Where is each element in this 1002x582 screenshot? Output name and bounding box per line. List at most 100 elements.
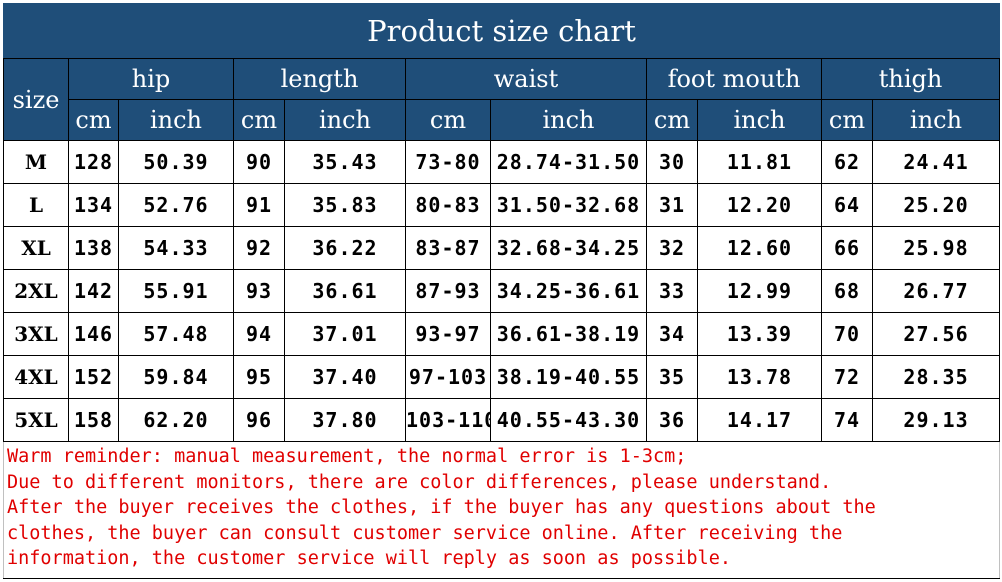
length-inch-cell: 35.43 bbox=[284, 140, 406, 184]
size-cell: M bbox=[3, 140, 69, 184]
hip-inch-cell: 62.20 bbox=[118, 398, 234, 442]
length-cm-cell: 90 bbox=[233, 140, 285, 184]
note-line: Warm reminder: manual measurement, the n… bbox=[7, 446, 687, 467]
waist-inch-cell: 36.61-38.19 bbox=[490, 312, 647, 356]
waist-inch-cell: 40.55-43.30 bbox=[490, 398, 647, 442]
foot-mouth-cm-cell: 34 bbox=[646, 312, 698, 356]
length-cm-cell: 93 bbox=[233, 269, 285, 313]
length-inch-cell: 37.80 bbox=[284, 398, 406, 442]
hip-inch-cell: 55.91 bbox=[118, 269, 234, 313]
length-inch-cell: 35.83 bbox=[284, 183, 406, 227]
waist-cm-cell: 93-97 bbox=[405, 312, 491, 356]
table-row: 3XL 146 57.48 94 37.01 93-97 36.61-38.19 34 13.3… bbox=[3, 312, 1001, 356]
hip-inch-cell: 57.48 bbox=[118, 312, 234, 356]
foot-mouth-cm-cell: 36 bbox=[646, 398, 698, 442]
hip-inch-cell: 54.33 bbox=[118, 226, 234, 270]
size-cell: 3XL bbox=[3, 312, 69, 356]
table-row: M 128 50.39 90 35.43 73-80 28.74-31.50 30 11.81 6… bbox=[3, 140, 1001, 184]
length-inch-cell: 37.01 bbox=[284, 312, 406, 356]
hip-cm-cell: 152 bbox=[68, 355, 119, 399]
foot-mouth-cm-cell: 32 bbox=[646, 226, 698, 270]
length-header: length bbox=[233, 58, 406, 100]
length-cm-cell: 91 bbox=[233, 183, 285, 227]
chart-title: Product size chart bbox=[2, 3, 1001, 59]
foot-mouth-inch-cell: 12.20 bbox=[697, 183, 822, 227]
hip-inch-header: inch bbox=[118, 99, 234, 141]
foot-mouth-inch-cell: 13.39 bbox=[697, 312, 822, 356]
size-cell: L bbox=[3, 183, 69, 227]
thigh-inch-cell: 26.77 bbox=[871, 269, 1001, 313]
hip-cm-cell: 158 bbox=[68, 398, 119, 442]
size-cell: 5XL bbox=[3, 398, 69, 442]
thigh-inch-header: inch bbox=[871, 99, 1001, 141]
hip-cm-header: cm bbox=[68, 99, 119, 141]
waist-cm-cell: 83-87 bbox=[405, 226, 491, 270]
waist-cm-cell: 80-83 bbox=[405, 183, 491, 227]
size-cell: 4XL bbox=[3, 355, 69, 399]
notes-block: Warm reminder: manual measurement, the n… bbox=[2, 441, 1001, 579]
thigh-inch-cell: 25.98 bbox=[871, 226, 1001, 270]
note-line: After the buyer receives the clothes, if… bbox=[7, 497, 876, 518]
foot-mouth-cm-cell: 31 bbox=[646, 183, 698, 227]
foot-mouth-inch-cell: 12.99 bbox=[697, 269, 822, 313]
length-inch-cell: 36.61 bbox=[284, 269, 406, 313]
hip-cm-cell: 142 bbox=[68, 269, 119, 313]
thigh-cm-cell: 68 bbox=[821, 269, 873, 313]
length-cm-cell: 95 bbox=[233, 355, 285, 399]
size-chart-table: Product size chart size hip length waist… bbox=[2, 3, 1001, 579]
size-column-header: size bbox=[3, 58, 69, 141]
thigh-header: thigh bbox=[820, 58, 1001, 100]
waist-cm-cell: 87-93 bbox=[405, 269, 491, 313]
waist-header: waist bbox=[405, 58, 647, 100]
hip-inch-cell: 50.39 bbox=[118, 140, 234, 184]
thigh-cm-cell: 74 bbox=[821, 398, 873, 442]
waist-inch-header: inch bbox=[490, 99, 647, 141]
hip-cm-cell: 134 bbox=[68, 183, 119, 227]
waist-inch-cell: 38.19-40.55 bbox=[490, 355, 647, 399]
foot-mouth-inch-cell: 13.78 bbox=[697, 355, 822, 399]
waist-inch-cell: 28.74-31.50 bbox=[490, 140, 647, 184]
length-cm-cell: 96 bbox=[233, 398, 285, 442]
thigh-cm-cell: 70 bbox=[821, 312, 873, 356]
size-cell: XL bbox=[3, 226, 69, 270]
thigh-inch-cell: 29.13 bbox=[871, 398, 1001, 442]
hip-cm-cell: 128 bbox=[68, 140, 119, 184]
waist-cm-cell: 103-110 bbox=[405, 398, 491, 442]
foot-mouth-header: foot mouth bbox=[646, 58, 822, 100]
length-inch-cell: 36.22 bbox=[284, 226, 406, 270]
note-line: clothes, the buyer can consult customer … bbox=[7, 522, 843, 544]
foot-mouth-inch-cell: 11.81 bbox=[697, 140, 822, 184]
note-line: information, the customer service will r… bbox=[7, 548, 731, 569]
table-row: 4XL 152 59.84 95 37.40 97-103 38.19-40.55 35 13.… bbox=[3, 355, 1001, 399]
waist-cm-cell: 73-80 bbox=[405, 140, 491, 184]
foot-mouth-inch-header: inch bbox=[697, 99, 822, 141]
thigh-cm-cell: 72 bbox=[821, 355, 873, 399]
table-row: 2XL 142 55.91 93 36.61 87-93 34.25-36.61 33 12.9… bbox=[3, 269, 1001, 313]
waist-inch-cell: 31.50-32.68 bbox=[490, 183, 647, 227]
thigh-inch-cell: 25.20 bbox=[871, 183, 1001, 227]
table-row: XL 138 54.33 92 36.22 83-87 32.68-34.25 32 12.60… bbox=[3, 226, 1001, 270]
thigh-cm-cell: 64 bbox=[821, 183, 873, 227]
length-inch-cell: 37.40 bbox=[284, 355, 406, 399]
table-row: 5XL 158 62.20 96 37.80 103-110 40.55-43.30 36 14… bbox=[3, 398, 1001, 442]
foot-mouth-inch-cell: 14.17 bbox=[697, 398, 822, 442]
hip-inch-cell: 52.76 bbox=[118, 183, 234, 227]
waist-inch-cell: 34.25-36.61 bbox=[490, 269, 647, 313]
length-inch-header: inch bbox=[284, 99, 406, 141]
size-chart-sheet: Product size chart size hip length waist… bbox=[2, 3, 1001, 579]
thigh-cm-header: cm bbox=[821, 99, 873, 141]
length-cm-header: cm bbox=[233, 99, 285, 141]
waist-cm-cell: 97-103 bbox=[405, 355, 491, 399]
length-cm-cell: 94 bbox=[233, 312, 285, 356]
length-cm-cell: 92 bbox=[233, 226, 285, 270]
foot-mouth-cm-cell: 33 bbox=[646, 269, 698, 313]
foot-mouth-cm-cell: 30 bbox=[646, 140, 698, 184]
thigh-inch-cell: 24.41 bbox=[871, 140, 1001, 184]
hip-cm-cell: 138 bbox=[68, 226, 119, 270]
foot-mouth-inch-cell: 12.60 bbox=[697, 226, 822, 270]
hip-header: hip bbox=[68, 58, 234, 100]
waist-cm-header: cm bbox=[405, 99, 491, 141]
note-line: Due to different monitors, there are col… bbox=[7, 471, 832, 493]
thigh-cm-cell: 62 bbox=[821, 140, 873, 184]
foot-mouth-cm-cell: 35 bbox=[646, 355, 698, 399]
